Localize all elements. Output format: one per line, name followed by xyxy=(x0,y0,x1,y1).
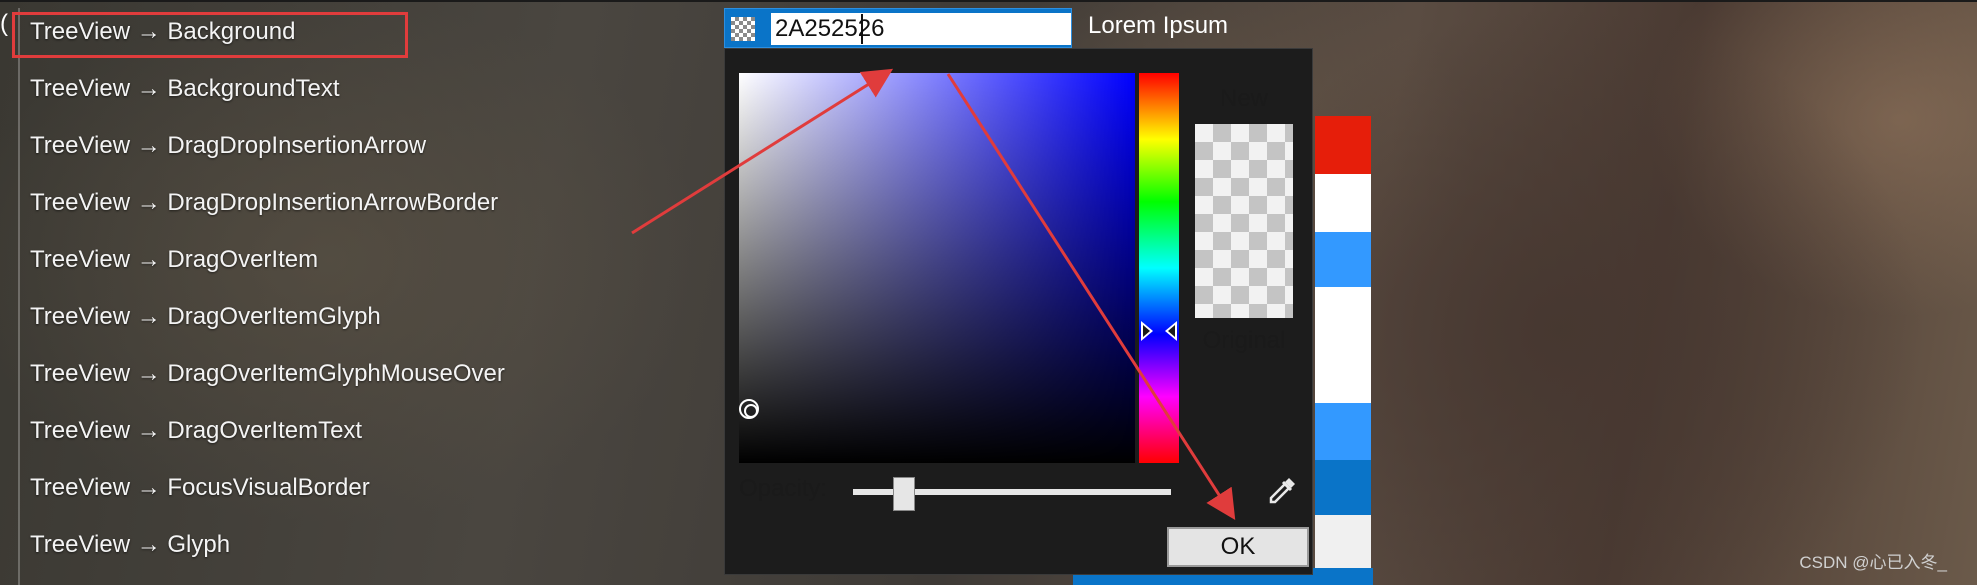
text-caret xyxy=(861,14,863,44)
hue-marker-left-icon[interactable] xyxy=(1141,321,1153,341)
tree-item-drag-over-item-glyph-mouse-over[interactable]: TreeView → DragOverItemGlyphMouseOver xyxy=(30,354,590,394)
stripe-light-gray xyxy=(1315,515,1371,570)
color-editor-field: 2A252526 xyxy=(724,8,1072,48)
tree-item-drag-over-item-glyph[interactable]: TreeView → DragOverItemGlyph xyxy=(30,297,590,337)
tree-item-drag-drop-insertion-arrow-border[interactable]: TreeView → DragDropInsertionArrowBorder xyxy=(30,183,590,223)
ok-button[interactable]: OK xyxy=(1167,527,1309,567)
sample-text: Lorem Ipsum xyxy=(1088,12,1229,39)
stripe-light-blue xyxy=(1315,232,1371,287)
eyedropper-icon[interactable] xyxy=(1265,474,1299,508)
tree-item-background-text[interactable]: TreeView → BackgroundText xyxy=(30,69,590,109)
stripe-dark-blue xyxy=(1315,460,1371,515)
tree-item-drag-drop-insertion-arrow[interactable]: TreeView → DragDropInsertionArrow xyxy=(30,126,590,166)
color-preview-swatch xyxy=(1195,124,1293,318)
new-color-label: New xyxy=(1219,85,1268,112)
tree-item-drag-over-item[interactable]: TreeView → DragOverItem xyxy=(30,240,590,280)
top-border xyxy=(0,0,1977,2)
color-swatch[interactable] xyxy=(731,17,755,41)
selected-item-highlight xyxy=(12,12,408,58)
stripe-red xyxy=(1315,116,1371,174)
stripe-light-blue xyxy=(1315,403,1371,460)
tree-item-glyph[interactable]: TreeView → Glyph xyxy=(30,525,590,565)
hue-marker-right-icon[interactable] xyxy=(1165,321,1177,341)
color-picker-popup: New Original Opacity: OK xyxy=(724,48,1313,575)
saturation-value-area[interactable] xyxy=(739,73,1135,463)
saturation-value-thumb[interactable] xyxy=(739,399,759,419)
watermark: CSDN @心已入冬_ xyxy=(1799,553,1947,572)
opacity-label: Opacity: xyxy=(739,475,828,502)
stripe-white xyxy=(1315,174,1371,232)
stripe-white xyxy=(1315,287,1371,345)
hex-value-input[interactable]: 2A252526 xyxy=(771,13,1071,45)
tree-item-drag-over-item-text[interactable]: TreeView → DragOverItemText xyxy=(30,411,590,451)
opacity-slider-thumb[interactable] xyxy=(893,477,915,511)
clipped-edge-glyph: ( xyxy=(0,10,8,37)
tree-item-focus-visual-border[interactable]: TreeView → FocusVisualBorder xyxy=(30,468,590,508)
hue-slider[interactable] xyxy=(1139,73,1179,463)
stripe-white xyxy=(1315,345,1371,403)
original-color-label: Original xyxy=(1202,327,1286,354)
tree-view-left-rule xyxy=(18,8,20,585)
